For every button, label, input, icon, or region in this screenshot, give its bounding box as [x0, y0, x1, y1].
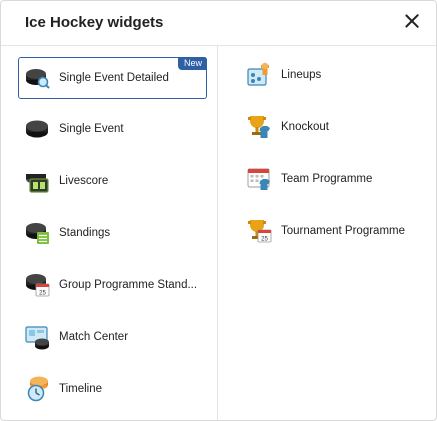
trophy-calendar-icon: 25 [247, 218, 273, 244]
puck-magnifier-icon [25, 65, 51, 91]
widget-item-label: Lineups [281, 69, 322, 81]
widget-item-timeline[interactable]: Timeline [18, 368, 207, 410]
dialog-header: Ice Hockey widgets [1, 1, 436, 46]
widget-item-label: Team Programme [281, 173, 373, 185]
close-icon[interactable] [404, 13, 420, 29]
calendar-jersey-icon [247, 166, 273, 192]
widget-item-group-programme-standings[interactable]: 25 Group Programme Stand... [18, 264, 207, 306]
puck-calendar-icon: 25 [25, 272, 51, 298]
widget-item-knockout[interactable]: Knockout [240, 106, 430, 148]
right-column: Lineups Knockout Team Programme 25 Tourn… [218, 46, 436, 420]
svg-text:25: 25 [261, 236, 268, 242]
widget-item-single-event[interactable]: Single Event [18, 108, 207, 150]
left-column: Single Event Detailed New Single Event L… [1, 46, 218, 420]
widget-item-label: Match Center [59, 331, 129, 343]
widget-item-label: Livescore [59, 175, 109, 187]
puck-table-icon [25, 220, 51, 246]
widget-item-standings[interactable]: Standings [18, 212, 207, 254]
widget-item-label: Single Event Detailed [59, 72, 169, 84]
widget-item-single-event-detailed[interactable]: Single Event Detailed New [18, 57, 207, 99]
widgets-dialog: Ice Hockey widgets Single Event Detailed… [0, 0, 437, 421]
widget-item-label: Tournament Programme [281, 225, 405, 237]
widget-item-match-center[interactable]: Match Center [18, 316, 207, 358]
trophy-jersey-icon [247, 114, 273, 140]
monitor-puck-icon [25, 324, 51, 350]
widget-item-label: Knockout [281, 121, 329, 133]
dialog-title: Ice Hockey widgets [25, 14, 164, 31]
widget-item-label: Standings [59, 227, 111, 239]
puck-icon [25, 116, 51, 142]
widget-item-team-programme[interactable]: Team Programme [240, 158, 430, 200]
widget-item-label: Single Event [59, 123, 124, 135]
puck-clock-icon [25, 376, 51, 402]
widget-item-livescore[interactable]: Livescore [18, 160, 207, 202]
lineup-board-icon [247, 62, 273, 88]
widget-item-tournament-programme[interactable]: 25 Tournament Programme [240, 210, 430, 252]
svg-text:25: 25 [39, 290, 46, 296]
widget-item-lineups[interactable]: Lineups [240, 54, 430, 96]
new-badge: New [177, 57, 207, 70]
widget-item-label: Group Programme Stand... [59, 279, 198, 291]
widget-item-label: Timeline [59, 383, 103, 395]
puck-scoreboard-icon [25, 168, 51, 194]
